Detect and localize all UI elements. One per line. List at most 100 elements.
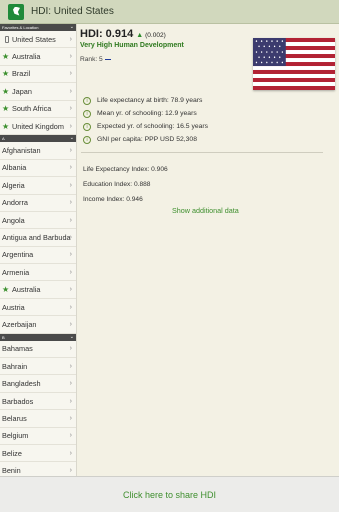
country-list-item[interactable]: Bahrain › [0, 358, 76, 376]
chevron-right-icon: › [69, 449, 72, 457]
chevron-right-icon: › [69, 164, 72, 172]
star-icon: ★ [2, 285, 10, 295]
phone-icon [5, 35, 9, 43]
chevron-right-icon: › [69, 432, 72, 440]
country-name: Antigua and Barbuda [2, 232, 71, 242]
country-list-item[interactable]: Azerbaijan › [0, 316, 76, 334]
stat-life-expectancy: i Life expectancy at birth: 78.9 years [83, 94, 208, 107]
hdi-change: (0.002) [145, 32, 166, 39]
window-title: HDI: United States [31, 6, 114, 17]
country-list-item[interactable]: Andorra › [0, 195, 76, 212]
country-list-item[interactable]: Antigua and Barbuda › [0, 229, 76, 247]
chevron-right-icon: › [69, 147, 72, 155]
country-name: Australia [12, 285, 41, 295]
country-name: Barbados [2, 396, 34, 406]
chevron-right-icon: › [69, 216, 72, 224]
chevron-right-icon: › [69, 397, 72, 405]
country-name: Albania [2, 163, 27, 173]
country-name: Benin [2, 466, 21, 476]
chevron-down-icon: ⌄ [69, 333, 74, 340]
country-list-item[interactable]: Belgium › [0, 428, 76, 445]
country-name: Afghanistan [2, 146, 41, 156]
country-list-item[interactable]: United States › [0, 31, 76, 49]
star-icon: ★ [2, 121, 10, 131]
country-name: Belize [2, 448, 22, 458]
country-name: Bangladesh [2, 379, 41, 389]
show-additional-data-link[interactable]: Show additional data [172, 206, 239, 215]
title-bar: HDI: United States [0, 0, 339, 24]
country-list-item[interactable]: ★ Australia › [0, 281, 76, 299]
country-list-item[interactable]: Albania › [0, 160, 76, 178]
hdi-value-row: HDI: 0.914 ▲ (0.002) [80, 28, 166, 40]
favorites-section-header: Favorites & Location ⌄ [0, 24, 76, 31]
rank-indicator [104, 58, 111, 60]
section-header-b: B ⌄ [0, 333, 76, 341]
info-icon[interactable]: i [83, 135, 91, 144]
star-icon: ★ [2, 52, 10, 62]
chevron-right-icon: › [69, 181, 72, 189]
chevron-right-icon: › [69, 467, 72, 475]
chevron-right-icon: › [69, 268, 72, 276]
country-name: Belarus [2, 413, 27, 423]
country-name: Angola [2, 215, 25, 225]
country-list-item[interactable]: Austria › [0, 299, 76, 317]
chevron-right-icon: › [69, 251, 72, 259]
chevron-right-icon: › [69, 362, 72, 370]
chevron-right-icon: › [69, 199, 72, 207]
country-list-item[interactable]: ★ Brazil › [0, 66, 76, 84]
info-icon[interactable]: i [83, 96, 91, 105]
chevron-right-icon: › [69, 53, 72, 61]
star-icon: ★ [2, 86, 10, 96]
stat-mean-schooling: i Mean yr. of schooling: 12.9 years [83, 107, 208, 120]
chevron-right-icon: › [69, 286, 72, 294]
star-icon: ★ [2, 104, 10, 114]
hdi-stats: i Life expectancy at birth: 78.9 years iM… [83, 94, 208, 146]
section-header-a: A ⌄ [0, 135, 76, 143]
up-arrow-icon: ▲ [136, 32, 144, 39]
chevron-down-icon: ⌄ [69, 135, 74, 142]
chevron-down-icon: ⌄ [69, 24, 74, 30]
info-icon[interactable]: i [83, 109, 91, 118]
info-icon[interactable]: i [83, 122, 91, 131]
stat-gni-per-capita: i GNI per capita: PPP USD 52,308 [83, 133, 208, 146]
income-index: Income Index: 0.946 [83, 196, 143, 203]
country-list-item[interactable]: ★ Japan › [0, 83, 76, 101]
app-logo-icon [8, 3, 24, 20]
country-list-item[interactable]: Belarus › [0, 410, 76, 428]
share-hdi-button[interactable]: Click here to share HDI [0, 476, 339, 512]
country-list-item[interactable]: ★ South Africa › [0, 101, 76, 118]
country-name: Andorra [2, 198, 28, 208]
chevron-right-icon: › [69, 303, 72, 311]
country-list-item[interactable]: Argentina › [0, 247, 76, 265]
country-name: Armenia [2, 267, 30, 277]
country-name: Australia [12, 52, 41, 62]
star-icon: ★ [2, 69, 10, 79]
country-detail-panel: HDI: 0.914 ▲ (0.002) Very High Human Dev… [77, 24, 339, 500]
chevron-right-icon: › [69, 345, 72, 353]
country-name: United States [12, 34, 56, 44]
country-name: Bahrain [2, 361, 28, 371]
rank: Rank: 5 [80, 56, 111, 63]
country-list-item[interactable]: Afghanistan › [0, 142, 76, 160]
country-list-item[interactable]: Angola › [0, 212, 76, 230]
country-name: Bahamas [2, 344, 33, 354]
country-name: Belgium [2, 431, 29, 441]
country-list-item[interactable]: ★ Australia › [0, 48, 76, 66]
country-list-item[interactable]: Belize › [0, 445, 76, 463]
country-list-item[interactable]: Algeria › [0, 177, 76, 195]
country-name: Austria [2, 302, 25, 312]
chevron-right-icon: › [69, 105, 72, 113]
chevron-right-icon: › [69, 320, 72, 328]
country-list-item[interactable]: Bahamas › [0, 341, 76, 359]
country-name: United Kingdom [12, 121, 64, 131]
chevron-right-icon: › [69, 233, 72, 241]
chevron-right-icon: › [69, 414, 72, 422]
development-category: Very High Human Development [80, 42, 184, 49]
country-list-sidebar[interactable]: Favorites & Location ⌄ United States › ★ Aus… [0, 24, 77, 500]
country-name: Brazil [12, 69, 31, 79]
divider [81, 152, 323, 153]
country-list-item[interactable]: Bangladesh › [0, 375, 76, 393]
country-list-item[interactable]: Armenia › [0, 264, 76, 282]
country-list-item[interactable]: ★ United Kingdom › [0, 118, 76, 136]
country-list-item[interactable]: Barbados › [0, 393, 76, 411]
